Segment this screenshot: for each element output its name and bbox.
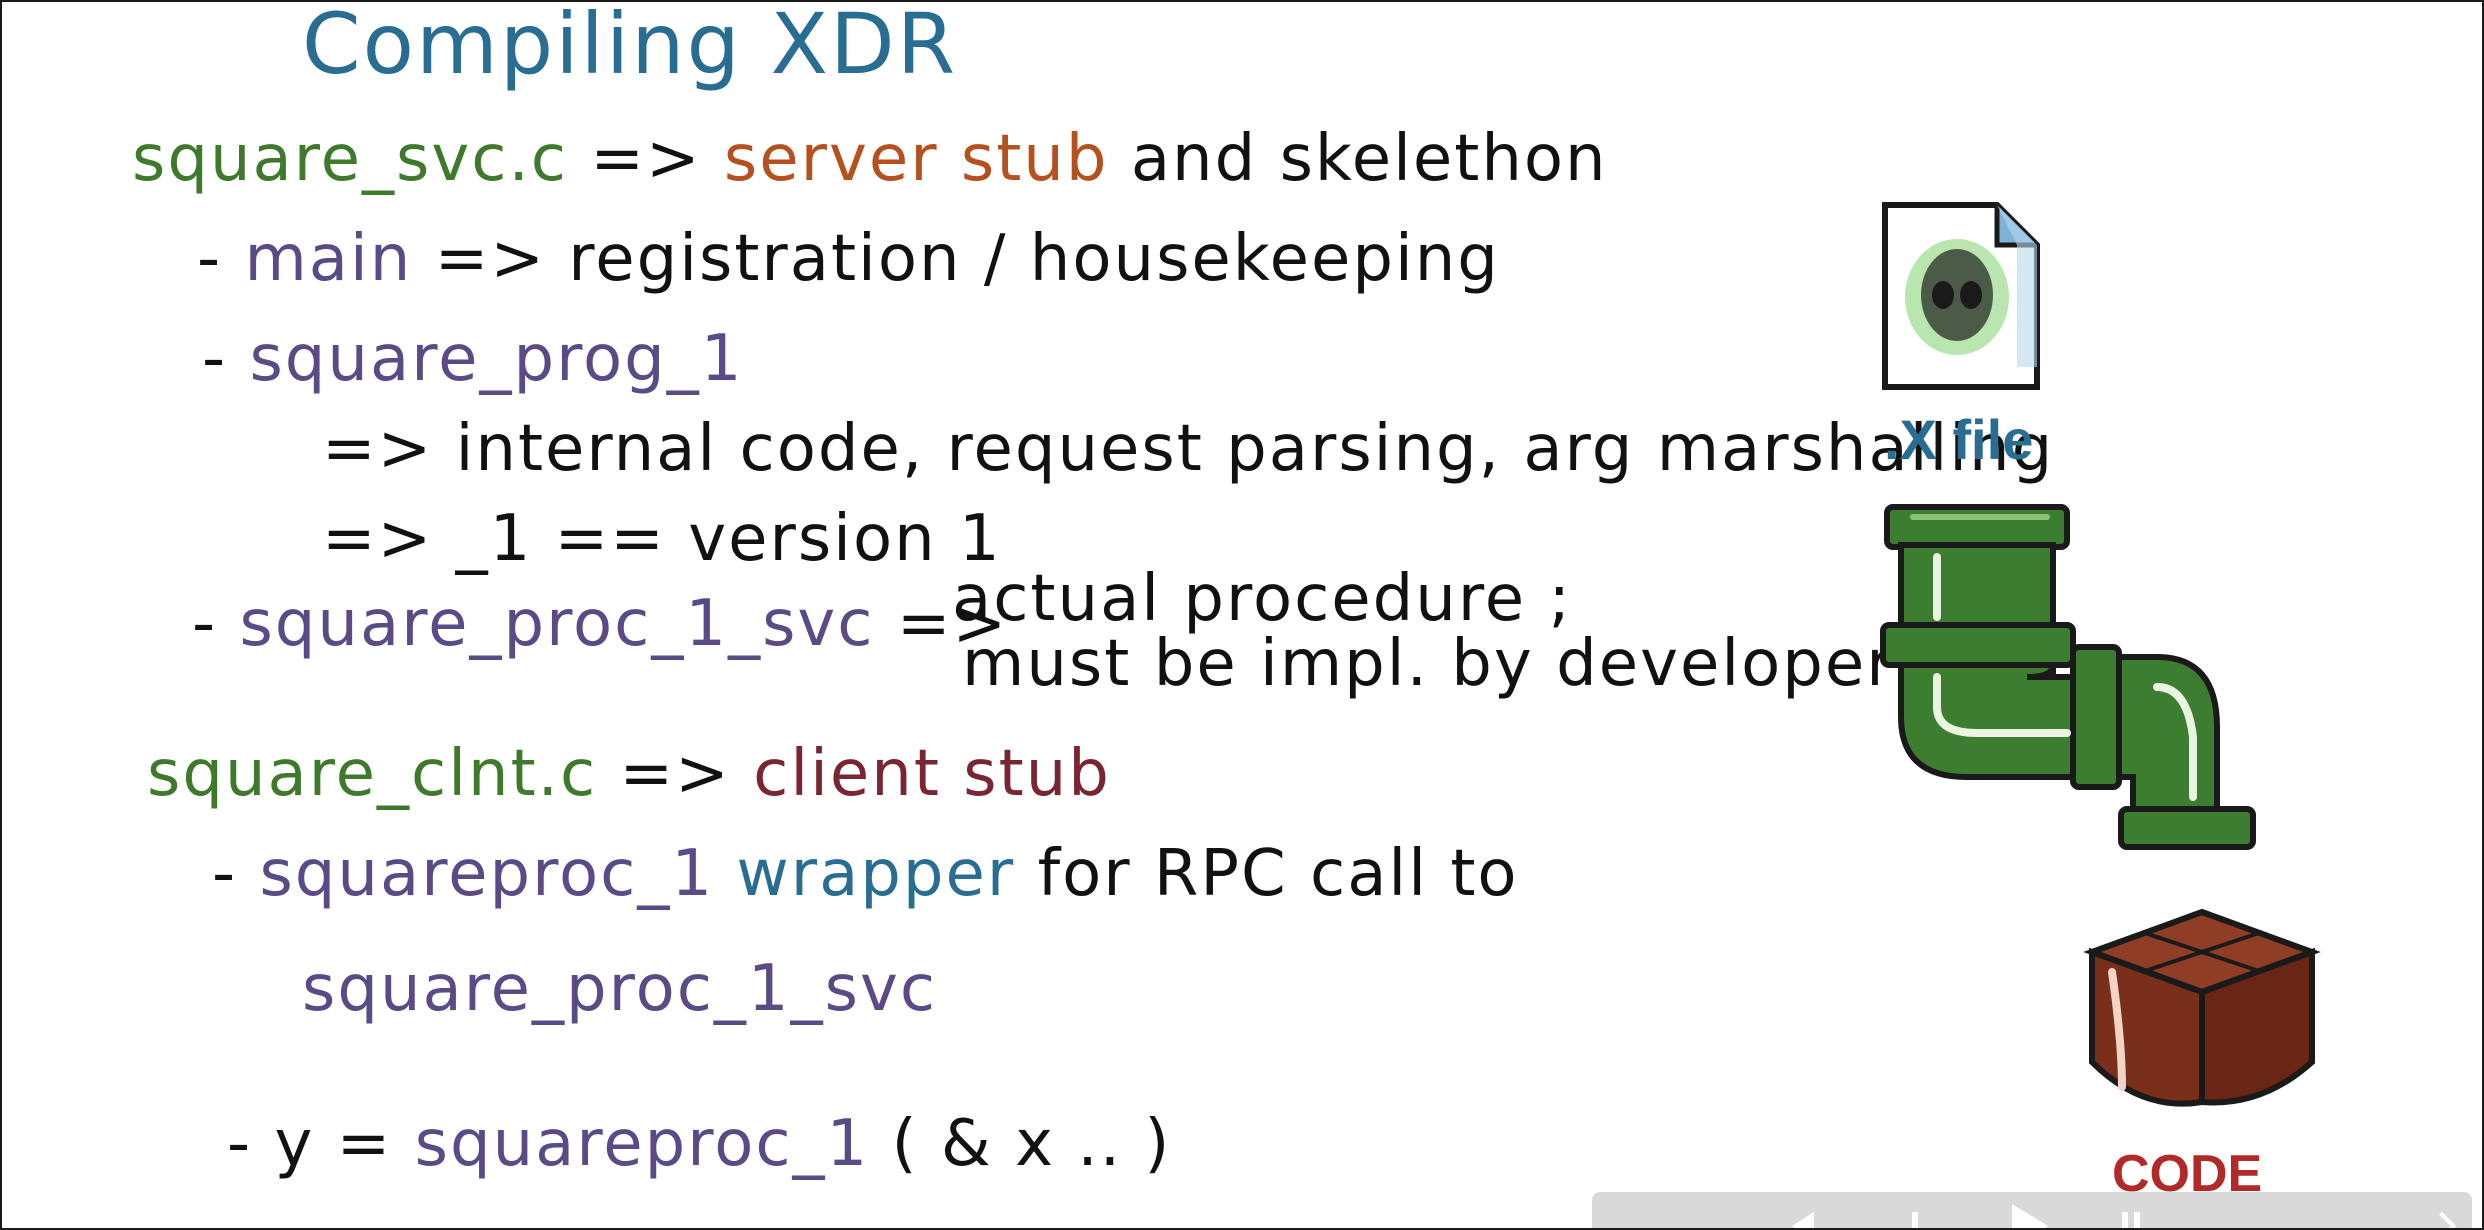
client-file: square_clnt.c: [147, 737, 598, 811]
wrapper-item: - squareproc_1 wrapper for RPC call to: [212, 842, 1519, 906]
server-arrow: =>: [590, 122, 702, 196]
bullet: -: [202, 322, 228, 396]
video-player-bar[interactable]: [1592, 1192, 2472, 1228]
call-eq: =: [336, 1107, 393, 1181]
call-fn: squareproc_1: [414, 1107, 870, 1181]
proc-svc-item: - square_proc_1_svc =>: [192, 592, 1008, 656]
main-item: - main => registration / housekeeping: [197, 227, 1500, 291]
main-arrow: =>: [434, 222, 546, 296]
proc-svc-desc-1: actual procedure ;: [952, 562, 1573, 636]
slide-title: Compiling XDR: [302, 0, 958, 93]
prog-sub-1: => internal code, request parsing, arg m…: [322, 412, 2055, 486]
wrapper-name: squareproc_1: [259, 837, 715, 911]
server-desc-rest: and skelethon: [1130, 122, 1608, 196]
prog-name: square_prog_1: [249, 322, 744, 396]
alien-file-icon: [1882, 202, 2040, 390]
wrapper-rest: for RPC call to: [1037, 837, 1519, 911]
xfile-label: .X file: [1884, 408, 2034, 471]
server-stub-label: server stub: [723, 122, 1109, 196]
proc-svc-desc-2: must be impl. by developer: [962, 627, 1895, 701]
prev-bar-icon: [1912, 1212, 1918, 1228]
call-args: ( & x .. ): [891, 1107, 1172, 1181]
prog-sub-2: => _1 == version 1: [322, 502, 1002, 576]
prog-item: - square_prog_1: [202, 327, 744, 391]
bullet: -: [227, 1107, 253, 1181]
bullet: -: [197, 222, 223, 296]
prev-icon[interactable]: [1792, 1212, 1814, 1228]
slide-frame: Compiling XDR square_svc.c => server stu…: [0, 0, 2484, 1230]
settings-icon[interactable]: [2427, 1211, 2457, 1228]
client-line: square_clnt.c => client stub: [147, 742, 1111, 806]
call-item: - y = squareproc_1 ( & x .. ): [227, 1112, 1171, 1176]
play-icon[interactable]: [2012, 1204, 2048, 1228]
call-lhs: y: [274, 1107, 315, 1181]
server-line: square_svc.c => server stub and skeletho…: [132, 127, 1608, 191]
client-arrow: =>: [619, 737, 731, 811]
wrapper-highlight: wrapper: [736, 837, 1016, 911]
bullet: -: [192, 587, 218, 661]
client-stub-label: client stub: [753, 737, 1111, 811]
wrapper-line2: square_proc_1_svc: [302, 952, 938, 1026]
next-icon[interactable]: [2122, 1212, 2128, 1228]
package-icon: [2083, 908, 2321, 1107]
main-desc: registration / housekeeping: [568, 222, 1500, 296]
main-name: main: [244, 222, 413, 296]
proc-svc-name: square_proc_1_svc: [239, 587, 875, 661]
server-file: square_svc.c: [132, 122, 568, 196]
bullet: -: [212, 837, 238, 911]
pipe-icon: [1880, 504, 2256, 850]
